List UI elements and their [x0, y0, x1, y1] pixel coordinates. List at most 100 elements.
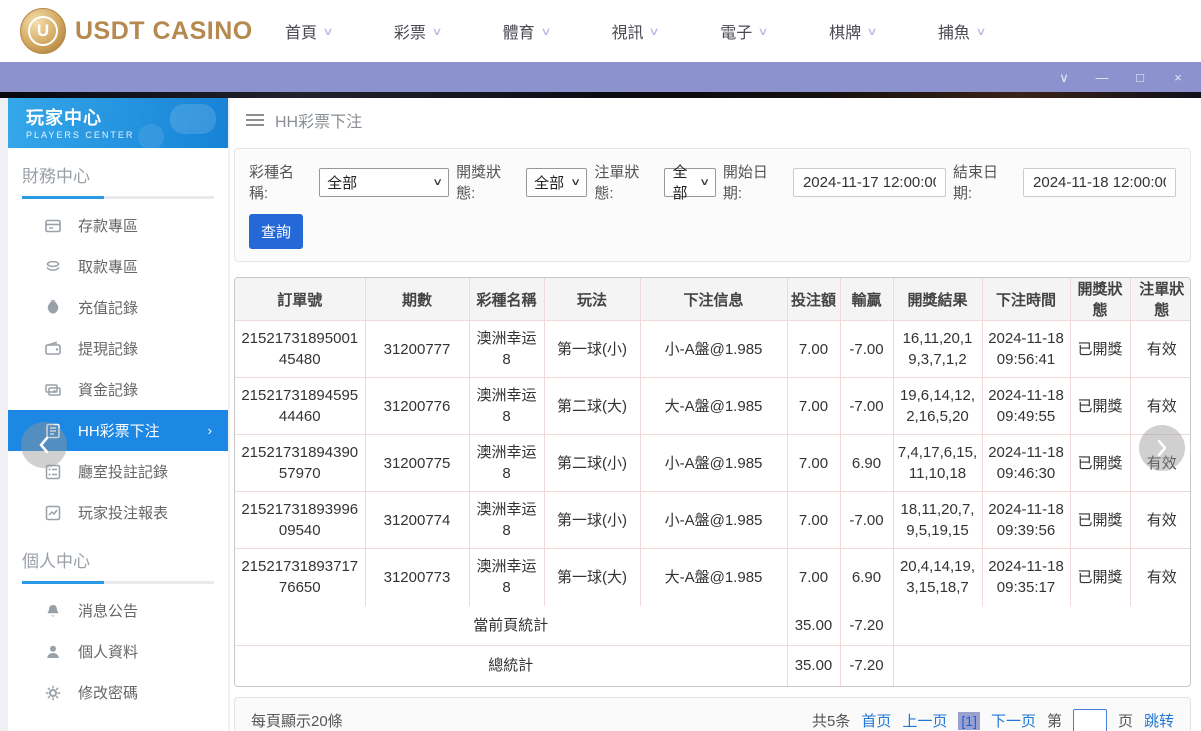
chevron-down-icon: ∨ — [322, 25, 334, 38]
next-page-link[interactable]: 下一页 — [991, 710, 1036, 731]
table-cell: 18,11,20,7,9,5,19,15 — [892, 491, 982, 549]
sidebar-item-funds-record[interactable]: 資金記錄 — [8, 369, 228, 410]
table-cell: 有效 — [1129, 491, 1190, 549]
jump-action-link[interactable]: 跳转 — [1144, 710, 1174, 731]
withdrawal-record-icon — [44, 340, 62, 358]
table-cell: 2152173189500145480 — [241, 330, 359, 368]
close-window-icon[interactable]: × — [1171, 71, 1185, 84]
deposit-icon — [44, 217, 62, 235]
table-cell: 7.00 — [786, 434, 840, 492]
table-cell: 有效 — [1129, 548, 1190, 606]
table-row[interactable]: 2152173189371776650 31200773 澳洲幸运8 第一球(大) 大-… — [235, 548, 1190, 606]
sidebar-section-title: 個人中心 — [22, 552, 90, 571]
sidebar-item-profile[interactable]: 個人資料 — [8, 631, 228, 672]
table-cell: 大-A盤@1.985 — [639, 377, 787, 435]
table-row[interactable]: 2152173189399609540 31200774 澳洲幸运8 第一球(小) 小-… — [235, 491, 1190, 549]
sidebar-item-withdrawal-record[interactable]: 提現記錄 — [8, 328, 228, 369]
bets-table-container: 訂單號 期數 彩種名稱 玩法 下注信息 投注額 輸贏 開獎結果 下注時間 開獎狀態 注單狀態 215… — [234, 277, 1191, 687]
column-header: 下注時間 — [981, 278, 1070, 321]
sidebar-item-label: 資金記錄 — [78, 382, 139, 399]
sidebar-item-label: HH彩票下注 — [78, 423, 160, 440]
chevron-right-icon — [1157, 439, 1167, 457]
sidebar-item-password[interactable]: 修改密碼 — [8, 672, 228, 713]
table-cell: 7.00 — [786, 320, 840, 378]
nav-item-4[interactable]: 電子 ∨ — [720, 19, 769, 43]
end-date-input[interactable] — [1023, 167, 1177, 197]
draw-status-select[interactable]: 全部 ∨ — [526, 167, 588, 197]
page-jump-input[interactable] — [1072, 708, 1107, 731]
table-cell: 2152173189439057970 — [235, 434, 365, 492]
nav-item-2[interactable]: 體育 ∨ — [502, 19, 552, 43]
column-header: 下注信息 — [639, 278, 787, 321]
search-button[interactable]: 查詢 — [249, 214, 304, 249]
table-cell: 2024-11-18 09:56:41 — [981, 320, 1070, 378]
nav-item-label: 首頁 — [285, 25, 318, 42]
profile-icon — [44, 643, 62, 661]
table-cell: 第一球(小) — [543, 491, 640, 549]
chevron-down-icon: ∨ — [431, 176, 443, 188]
sidebar-item-deposit[interactable]: 存款專區 — [8, 205, 228, 246]
summary-winloss-total: -7.20 — [839, 645, 893, 686]
table-cell: 2152173189459544460 — [235, 377, 365, 435]
prev-page-link[interactable]: 上一页 — [902, 710, 947, 731]
column-header: 玩法 — [543, 278, 640, 321]
nav-item-3[interactable]: 視訊 ∨ — [611, 19, 660, 43]
table-cell: 小-A盤@1.985 — [639, 491, 787, 549]
nav-item-1[interactable]: 彩票 ∨ — [394, 19, 443, 43]
order-status-value: 全部 — [672, 164, 688, 202]
order-status-label: 注單狀態: — [594, 164, 640, 202]
nav-item-5[interactable]: 棋牌 ∨ — [829, 19, 878, 43]
start-date-input[interactable] — [792, 167, 946, 197]
chevron-down-icon: ∨ — [975, 25, 987, 38]
column-header: 期數 — [364, 278, 469, 321]
maximize-window-icon[interactable]: □ — [1133, 71, 1147, 84]
logo: U USDT CASINO — [20, 8, 255, 54]
dropdown-window-icon[interactable]: ∨ — [1057, 71, 1071, 84]
table-cell: 澳洲幸运8 — [468, 548, 544, 606]
table-cell: 2024-11-18 09:39:56 — [981, 491, 1070, 549]
collapse-sidebar-arrow-button[interactable] — [21, 422, 67, 468]
section-divider — [22, 196, 214, 199]
sidebar-item-label: 消息公告 — [78, 603, 139, 620]
sidebar-item-player-report[interactable]: 玩家投注報表 — [8, 492, 228, 533]
table-row[interactable]: 2152173189439057970 31200775 澳洲幸运8 第二球(小) 小-… — [235, 434, 1190, 492]
table-cell: 31200773 — [364, 548, 469, 606]
table-cell: 第一球(大) — [543, 548, 640, 606]
table-cell: 2152173189371776650 — [235, 548, 365, 606]
nav-item-label: 棋牌 — [829, 25, 862, 42]
summary-bet-total: 35.00 — [786, 645, 840, 686]
table-cell: 7,4,17,6,15,11,10,18 — [892, 434, 982, 492]
sidebar-item-label: 存款專區 — [78, 218, 139, 235]
table-header-row: 訂單號 期數 彩種名稱 玩法 下注信息 投注額 輸贏 開獎結果 下注時間 開獎狀態 注單狀態 — [235, 278, 1190, 321]
nav-item-label: 體育 — [502, 25, 535, 42]
table-row[interactable]: 2152173189459544460 31200776 澳洲幸运8 第二球(大) 大-… — [235, 377, 1190, 435]
first-page-link[interactable]: 首页 — [861, 710, 891, 731]
table-cell: 已開獎 — [1069, 320, 1130, 378]
table-cell: 第二球(大) — [543, 377, 640, 435]
expand-panel-arrow-button[interactable] — [1139, 425, 1185, 471]
minimize-window-icon[interactable]: — — [1095, 71, 1109, 84]
table-cell: 7.00 — [786, 548, 840, 606]
lottery-name-value: 全部 — [327, 174, 358, 192]
page-title: HH彩票下注 — [275, 114, 363, 131]
chevron-down-icon: ∨ — [698, 176, 710, 188]
chevron-down-icon: ∨ — [866, 25, 878, 38]
table-row[interactable]: 2152173189500145480 31200777 澳洲幸运8 第一球(小) 小-… — [235, 320, 1190, 378]
order-status-select[interactable]: 全部 ∨ — [664, 164, 716, 202]
sidebar-item-withdraw[interactable]: 取款專區 — [8, 246, 228, 287]
summary-label: 總統計 — [235, 645, 787, 686]
table-cell: -7.00 — [839, 377, 893, 435]
main-panel: HH彩票下注 彩種名稱: 全部 ∨ 開獎狀態: 全部 ∨ 注單狀態: 全部 ∨ — [230, 98, 1201, 731]
sidebar-item-notice[interactable]: 消息公告 — [8, 590, 228, 631]
usdt-coin-logo-icon: U — [20, 8, 66, 54]
table-cell: 7.00 — [786, 377, 840, 435]
filter-panel: 彩種名稱: 全部 ∨ 開獎狀態: 全部 ∨ 注單狀態: 全部 ∨ 開始日期: 結… — [234, 148, 1191, 262]
nav-item-0[interactable]: 首頁 ∨ — [285, 19, 334, 43]
nav-item-6[interactable]: 捕魚 ∨ — [938, 19, 987, 43]
logo-letter: U — [28, 16, 58, 46]
lottery-name-select[interactable]: 全部 ∨ — [319, 167, 450, 197]
table-cell: 已開獎 — [1069, 434, 1130, 492]
sidebar-item-recharge-record[interactable]: 充值記錄 — [8, 287, 228, 328]
sidebar-item-label: 個人資料 — [78, 644, 139, 661]
hamburger-menu-icon[interactable] — [246, 113, 264, 127]
